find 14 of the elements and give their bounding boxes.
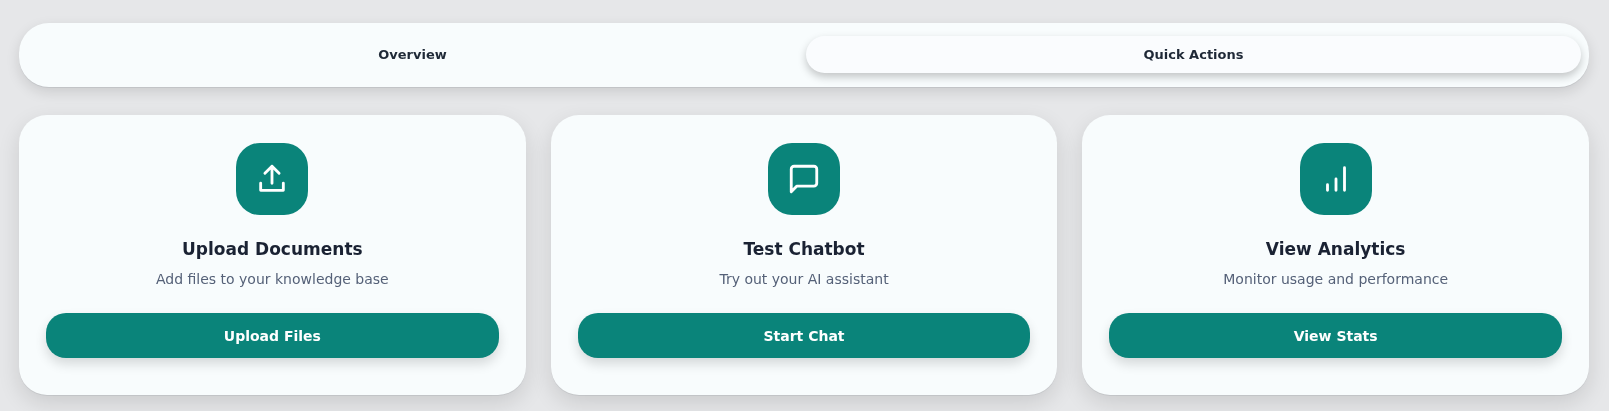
action-button[interactable]: Start Chat bbox=[577, 313, 1031, 358]
bar-chart-icon bbox=[1299, 143, 1372, 215]
chat-bubble-icon bbox=[768, 143, 840, 215]
action-button[interactable]: Upload Files bbox=[46, 313, 499, 358]
tab[interactable]: Overview bbox=[25, 36, 800, 73]
card-title: Test Chatbot bbox=[743, 239, 865, 259]
card-title: View Analytics bbox=[1265, 239, 1406, 259]
tab[interactable]: Quick Actions bbox=[806, 36, 1581, 73]
card-description: Add files to your knowledge base bbox=[155, 271, 389, 287]
card-description: Monitor usage and performance bbox=[1223, 271, 1449, 287]
card-description: Try out your AI assistant bbox=[719, 271, 889, 287]
card-title: Upload Documents bbox=[182, 239, 363, 259]
upload-icon bbox=[236, 143, 309, 215]
action-button[interactable]: View Stats bbox=[1109, 313, 1562, 358]
